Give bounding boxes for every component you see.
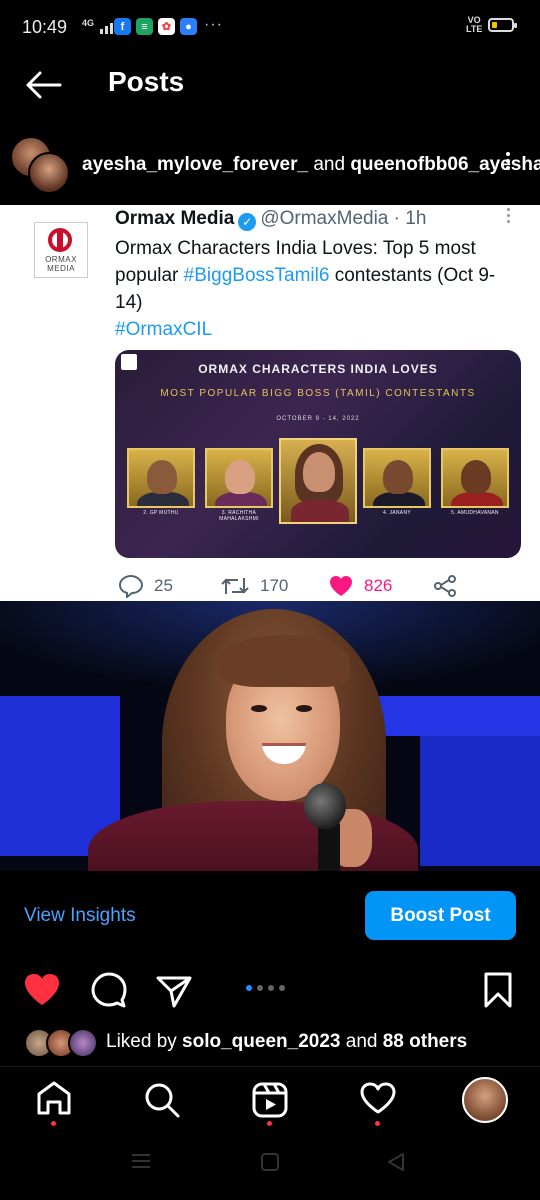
hashtag: #OrmaxCIL: [115, 319, 213, 340]
contestant-card: [127, 448, 195, 508]
like-heart-icon[interactable]: [22, 970, 62, 1010]
system-menu-icon[interactable]: [130, 1152, 152, 1175]
nav-home-icon[interactable]: [34, 1080, 74, 1126]
facebook-icon: f: [114, 18, 131, 35]
contestant-caption: 4. JANANY: [383, 510, 411, 516]
status-bar: 10:49 4G f ≡ ✿ ● ··· VO LTE: [0, 0, 540, 56]
tweet-author: Ormax Media ✓ @OrmaxMedia · 1h: [115, 208, 426, 231]
tweet-display-name: Ormax Media: [115, 208, 235, 229]
liked-by-text[interactable]: Liked by solo_queen_2023 and 88 others: [106, 1031, 467, 1053]
author-username[interactable]: queenofbb06_ayesha: [350, 154, 540, 175]
tweet-likes-count: 826: [364, 576, 393, 595]
tweet-image-heading: ORMAX CHARACTERS INDIA LOVES: [198, 362, 438, 376]
page-title: Posts: [108, 66, 185, 97]
back-arrow-icon[interactable]: [24, 70, 62, 100]
contestant-card: [205, 448, 273, 508]
ormax-logo: ORMAX MEDIA: [34, 222, 88, 278]
retweet-icon: [221, 578, 249, 594]
contestant-caption: 2. GP MUTHU: [143, 510, 179, 516]
contestant-caption: 3. RACHITHA MAHALAKSHMI: [219, 510, 259, 522]
nav-search-icon[interactable]: [142, 1080, 182, 1124]
contestant-caption: 5. AMUDHAVANAN: [451, 510, 499, 516]
tweet-heart-icon: [330, 576, 352, 596]
nav-reels-icon[interactable]: [250, 1080, 290, 1126]
tweet-likes: 826: [328, 574, 392, 598]
tweet-kebab-icon: [507, 208, 511, 226]
volte-indicator: VO LTE: [466, 15, 483, 34]
tweet-text: Ormax Characters India Loves: Top 5 most…: [115, 238, 496, 340]
system-back-icon[interactable]: [386, 1152, 406, 1177]
status-time: 10:49: [22, 17, 68, 37]
bookmark-icon[interactable]: [478, 970, 518, 1010]
nav-profile-avatar[interactable]: [462, 1077, 508, 1123]
author-username[interactable]: ayesha_mylove_forever_: [82, 154, 308, 175]
hashtag: #BiggBossTamil6: [183, 265, 330, 286]
system-home-icon[interactable]: [260, 1152, 280, 1177]
avatar[interactable]: [68, 1028, 98, 1058]
comment-icon[interactable]: [88, 970, 128, 1010]
kebab-icon[interactable]: [505, 152, 511, 174]
contestant-card: [441, 448, 509, 508]
tweet-image-dates: OCTOBER 9 - 14, 2022: [276, 416, 360, 422]
liked-by-user[interactable]: solo_queen_2023: [182, 1031, 340, 1052]
photos-app-icon: ✿: [158, 18, 175, 35]
carousel-indicator: [246, 985, 285, 991]
tweet-handle: @OrmaxMedia: [260, 208, 389, 229]
nav-activity-icon[interactable]: [358, 1080, 398, 1126]
boost-post-button[interactable]: Boost Post: [365, 891, 516, 940]
battery-icon: [488, 18, 517, 32]
messages-app-icon: ≡: [136, 18, 153, 35]
contestant-card: [363, 448, 431, 508]
authors-conjunction: and: [308, 154, 351, 175]
share-icon: [432, 574, 458, 598]
tweet-replies: 25: [118, 574, 173, 598]
view-insights-link[interactable]: View Insights: [24, 905, 136, 927]
post-photo: [0, 601, 540, 871]
tweet-image: ORMAX CHARACTERS INDIA LOVES MOST POPULA…: [115, 350, 521, 558]
tweet-retweets: 170: [220, 574, 288, 598]
network-type: 4G: [82, 18, 95, 28]
tweet-replies-count: 25: [154, 576, 173, 595]
liked-by-others[interactable]: 88 others: [383, 1031, 467, 1052]
divider: [0, 1066, 540, 1067]
tweet-time: · 1h: [393, 208, 427, 229]
share-send-icon[interactable]: [154, 970, 194, 1010]
contestant-card-featured: [279, 438, 357, 524]
reply-icon: [118, 574, 144, 598]
app-notification-icon: ●: [180, 18, 197, 35]
tweet-retweets-count: 170: [260, 576, 289, 595]
verified-icon: ✓: [238, 213, 257, 231]
ellipsis-icon: ···: [204, 16, 223, 33]
avatar[interactable]: [28, 152, 70, 194]
post-authors[interactable]: ayesha_mylove_forever_ and queenofbb06_a…: [82, 154, 540, 176]
tweet-image-subheading: MOST POPULAR BIGG BOSS (TAMIL) CONTESTAN…: [160, 388, 476, 399]
